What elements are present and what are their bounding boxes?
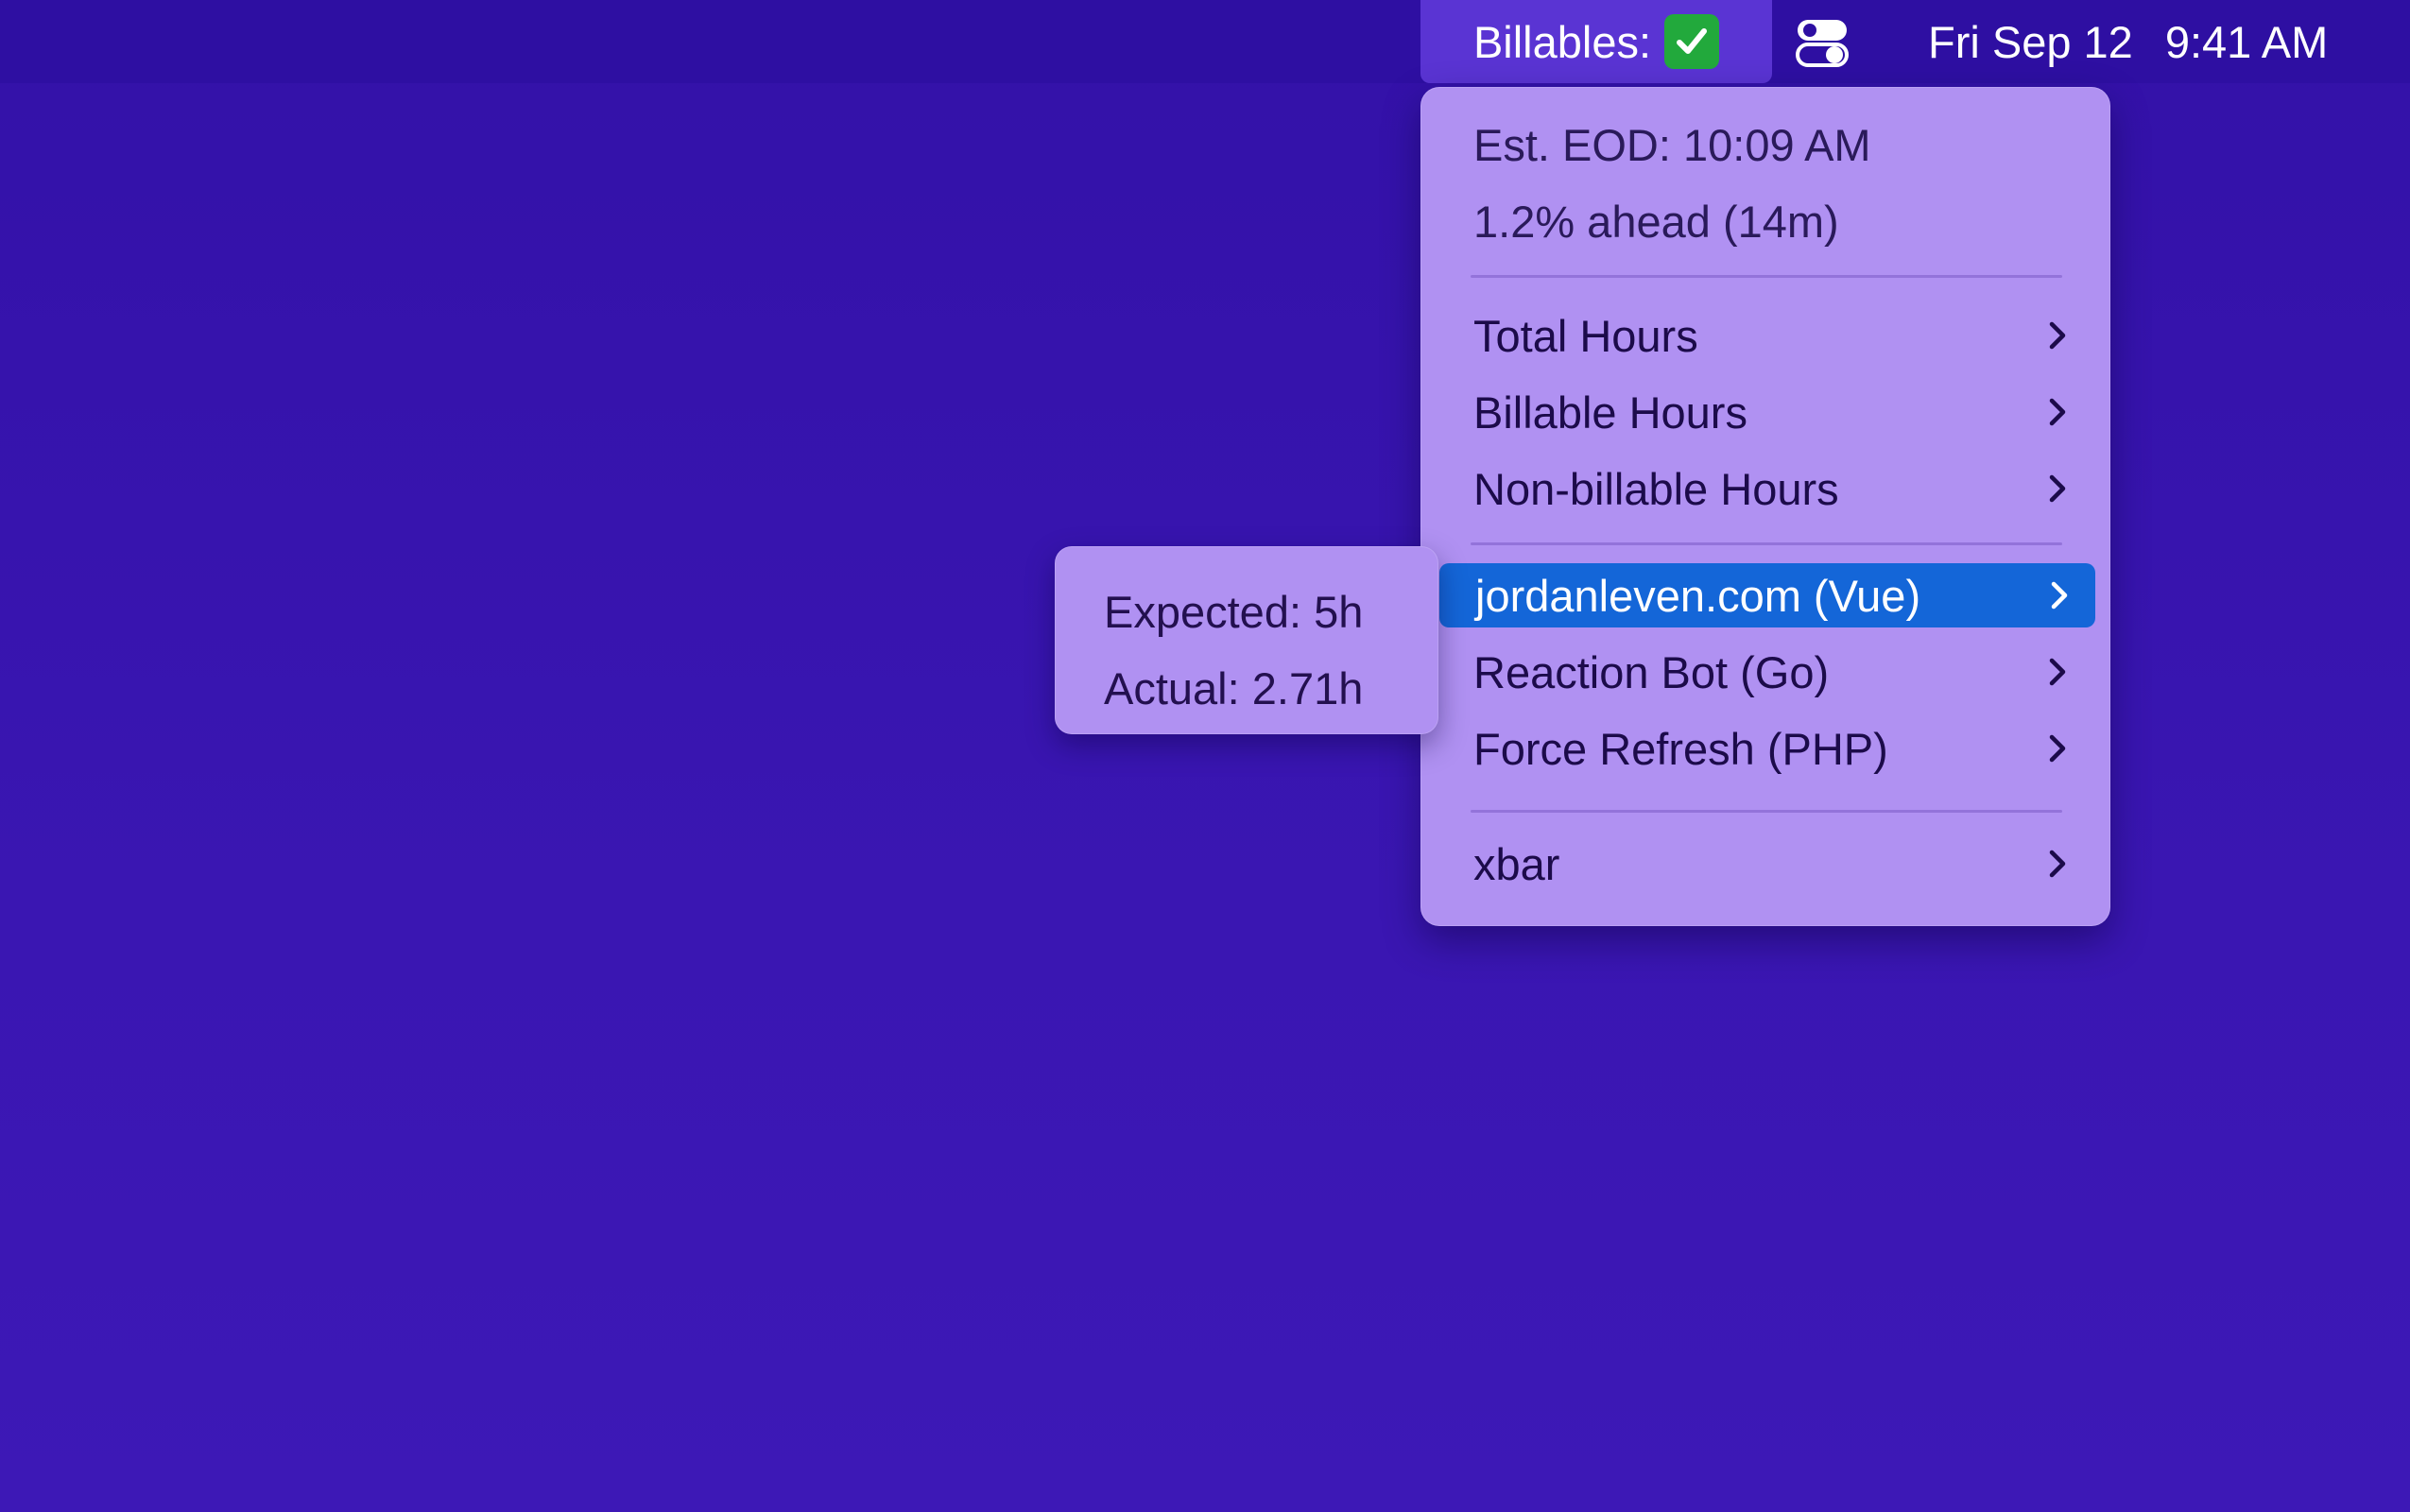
chevron-right-icon [2051, 581, 2068, 610]
ahead-status-item: 1.2% ahead (14m) [1437, 189, 2093, 253]
menu-separator [1471, 275, 2062, 278]
expected-hours-label: Expected: 5h [1104, 586, 1364, 637]
menu-item-total-hours[interactable]: Total Hours [1437, 303, 2093, 368]
billables-label: Billables: [1472, 16, 1652, 67]
control-center-icon[interactable] [1796, 16, 1849, 69]
billables-dropdown-menu: Est. EOD: 10:09 AM 1.2% ahead (14m) Tota… [1420, 87, 2110, 926]
clock-date: Fri Sep 12 [1928, 16, 2133, 67]
check-mark-icon [1664, 14, 1720, 69]
chevron-right-icon [2049, 474, 2066, 503]
menu-item-label: Billable Hours [1473, 387, 1747, 438]
submenu-item-expected[interactable]: Expected: 5h [1104, 579, 1363, 644]
estimated-eod-item: Est. EOD: 10:09 AM [1437, 112, 2093, 177]
menu-item-label: Non-billable Hours [1473, 463, 1839, 514]
menu-item-label: Total Hours [1473, 310, 1698, 361]
menu-item-non-billable-hours[interactable]: Non-billable Hours [1437, 456, 2093, 521]
menu-item-project-jordanleven[interactable]: jordanleven.com (Vue) [1439, 563, 2095, 627]
menu-item-label: xbar [1473, 838, 1560, 889]
project-submenu: Expected: 5h Actual: 2.71h [1055, 546, 1438, 734]
menu-item-label: jordanleven.com (Vue) [1475, 570, 1921, 621]
menu-bar: Billables: Fri Sep 12 9:41 AM [0, 0, 2410, 83]
chevron-right-icon [2049, 850, 2066, 878]
chevron-right-icon [2049, 398, 2066, 426]
estimated-eod-label: Est. EOD: 10:09 AM [1473, 119, 1871, 170]
menu-item-project-force-refresh[interactable]: Force Refresh (PHP) [1437, 716, 2093, 781]
billables-menu-extra[interactable]: Billables: [1420, 0, 1772, 83]
actual-hours-label: Actual: 2.71h [1104, 662, 1364, 713]
menu-separator [1471, 542, 2062, 545]
menu-item-label: Reaction Bot (Go) [1473, 646, 1830, 697]
menu-item-billable-hours[interactable]: Billable Hours [1437, 380, 2093, 444]
menu-separator [1471, 810, 2062, 813]
menu-item-label: Force Refresh (PHP) [1473, 723, 1888, 774]
ahead-status-label: 1.2% ahead (14m) [1473, 196, 1839, 247]
chevron-right-icon [2049, 321, 2066, 350]
submenu-item-actual[interactable]: Actual: 2.71h [1104, 656, 1363, 720]
menu-item-project-reaction-bot[interactable]: Reaction Bot (Go) [1437, 640, 2093, 704]
chevron-right-icon [2049, 658, 2066, 686]
chevron-right-icon [2049, 734, 2066, 763]
clock-time: 9:41 AM [2164, 16, 2329, 67]
menu-bar-clock[interactable]: Fri Sep 12 9:41 AM [1928, 0, 2328, 83]
menu-item-xbar[interactable]: xbar [1437, 832, 2093, 896]
